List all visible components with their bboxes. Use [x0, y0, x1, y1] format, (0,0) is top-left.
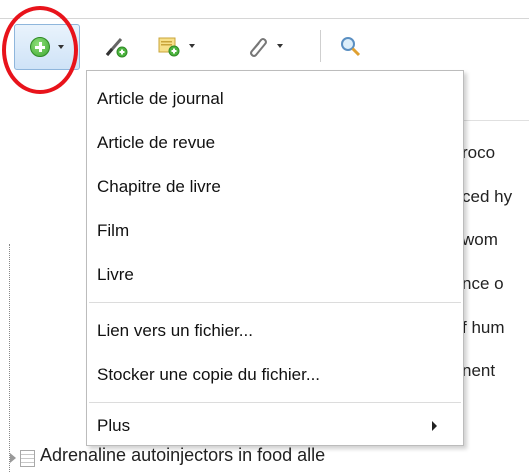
menu-item-label: Article de journal — [97, 89, 224, 108]
menu-item-label: Plus — [97, 416, 131, 435]
menu-item-label: Film — [97, 221, 130, 240]
menu-item-label: Stocker une copie du fichier... — [97, 365, 321, 384]
chevron-down-icon — [277, 44, 283, 48]
item-title-row[interactable]: f hum — [462, 318, 505, 338]
item-title-row[interactable]: roco — [462, 143, 495, 163]
menu-item-article-de-revue[interactable]: Article de revue — [87, 123, 463, 163]
add-circle-icon — [30, 37, 50, 57]
menu-item-livre[interactable]: Livre — [87, 255, 463, 295]
pane-splitter[interactable] — [9, 244, 11, 472]
new-item-button[interactable] — [14, 24, 80, 70]
toolbar-separator — [320, 30, 321, 62]
add-attachment-button[interactable] — [236, 24, 292, 68]
menu-item-link-to-file[interactable]: Lien vers un fichier... — [87, 311, 463, 351]
search-icon — [341, 37, 361, 57]
menu-item-label: Chapitre de livre — [97, 177, 221, 196]
items-column-header — [460, 86, 529, 121]
menu-item-article-de-journal[interactable]: Article de journal — [87, 79, 463, 119]
paperclip-icon — [250, 38, 267, 57]
magic-wand-icon — [105, 38, 128, 58]
add-by-identifier-button[interactable] — [96, 24, 136, 68]
menu-item-store-file-copy[interactable]: Stocker une copie du fichier... — [87, 355, 463, 395]
item-title-row[interactable]: nent — [462, 361, 495, 381]
expand-twisty-icon[interactable] — [10, 453, 16, 463]
item-title-row[interactable]: wom — [462, 230, 498, 250]
submenu-arrow-icon — [432, 421, 437, 431]
menu-separator — [89, 402, 461, 403]
menu-item-plus[interactable]: Plus — [87, 406, 463, 446]
new-item-menu: Article de journal Article de revue Chap… — [86, 70, 464, 446]
item-row[interactable]: Adrenaline autoinjectors in food alle — [0, 445, 529, 472]
menu-item-chapitre-de-livre[interactable]: Chapitre de livre — [87, 167, 463, 207]
item-title-row[interactable]: ced hy — [462, 187, 512, 207]
document-icon — [20, 450, 35, 467]
item-title: Adrenaline autoinjectors in food alle — [40, 445, 326, 465]
menu-item-label: Article de revue — [97, 133, 216, 152]
item-title-row[interactable]: nce o — [462, 274, 504, 294]
menu-item-film[interactable]: Film — [87, 211, 463, 251]
menu-item-label: Livre — [97, 265, 134, 284]
chevron-down-icon — [189, 44, 195, 48]
search-button[interactable] — [330, 24, 370, 68]
chevron-down-icon — [58, 45, 64, 49]
menu-item-label: Lien vers un fichier... — [97, 321, 253, 340]
new-note-icon — [158, 37, 180, 57]
toolbar-divider — [0, 18, 529, 19]
menu-separator — [89, 302, 461, 303]
new-note-button[interactable] — [148, 24, 204, 68]
